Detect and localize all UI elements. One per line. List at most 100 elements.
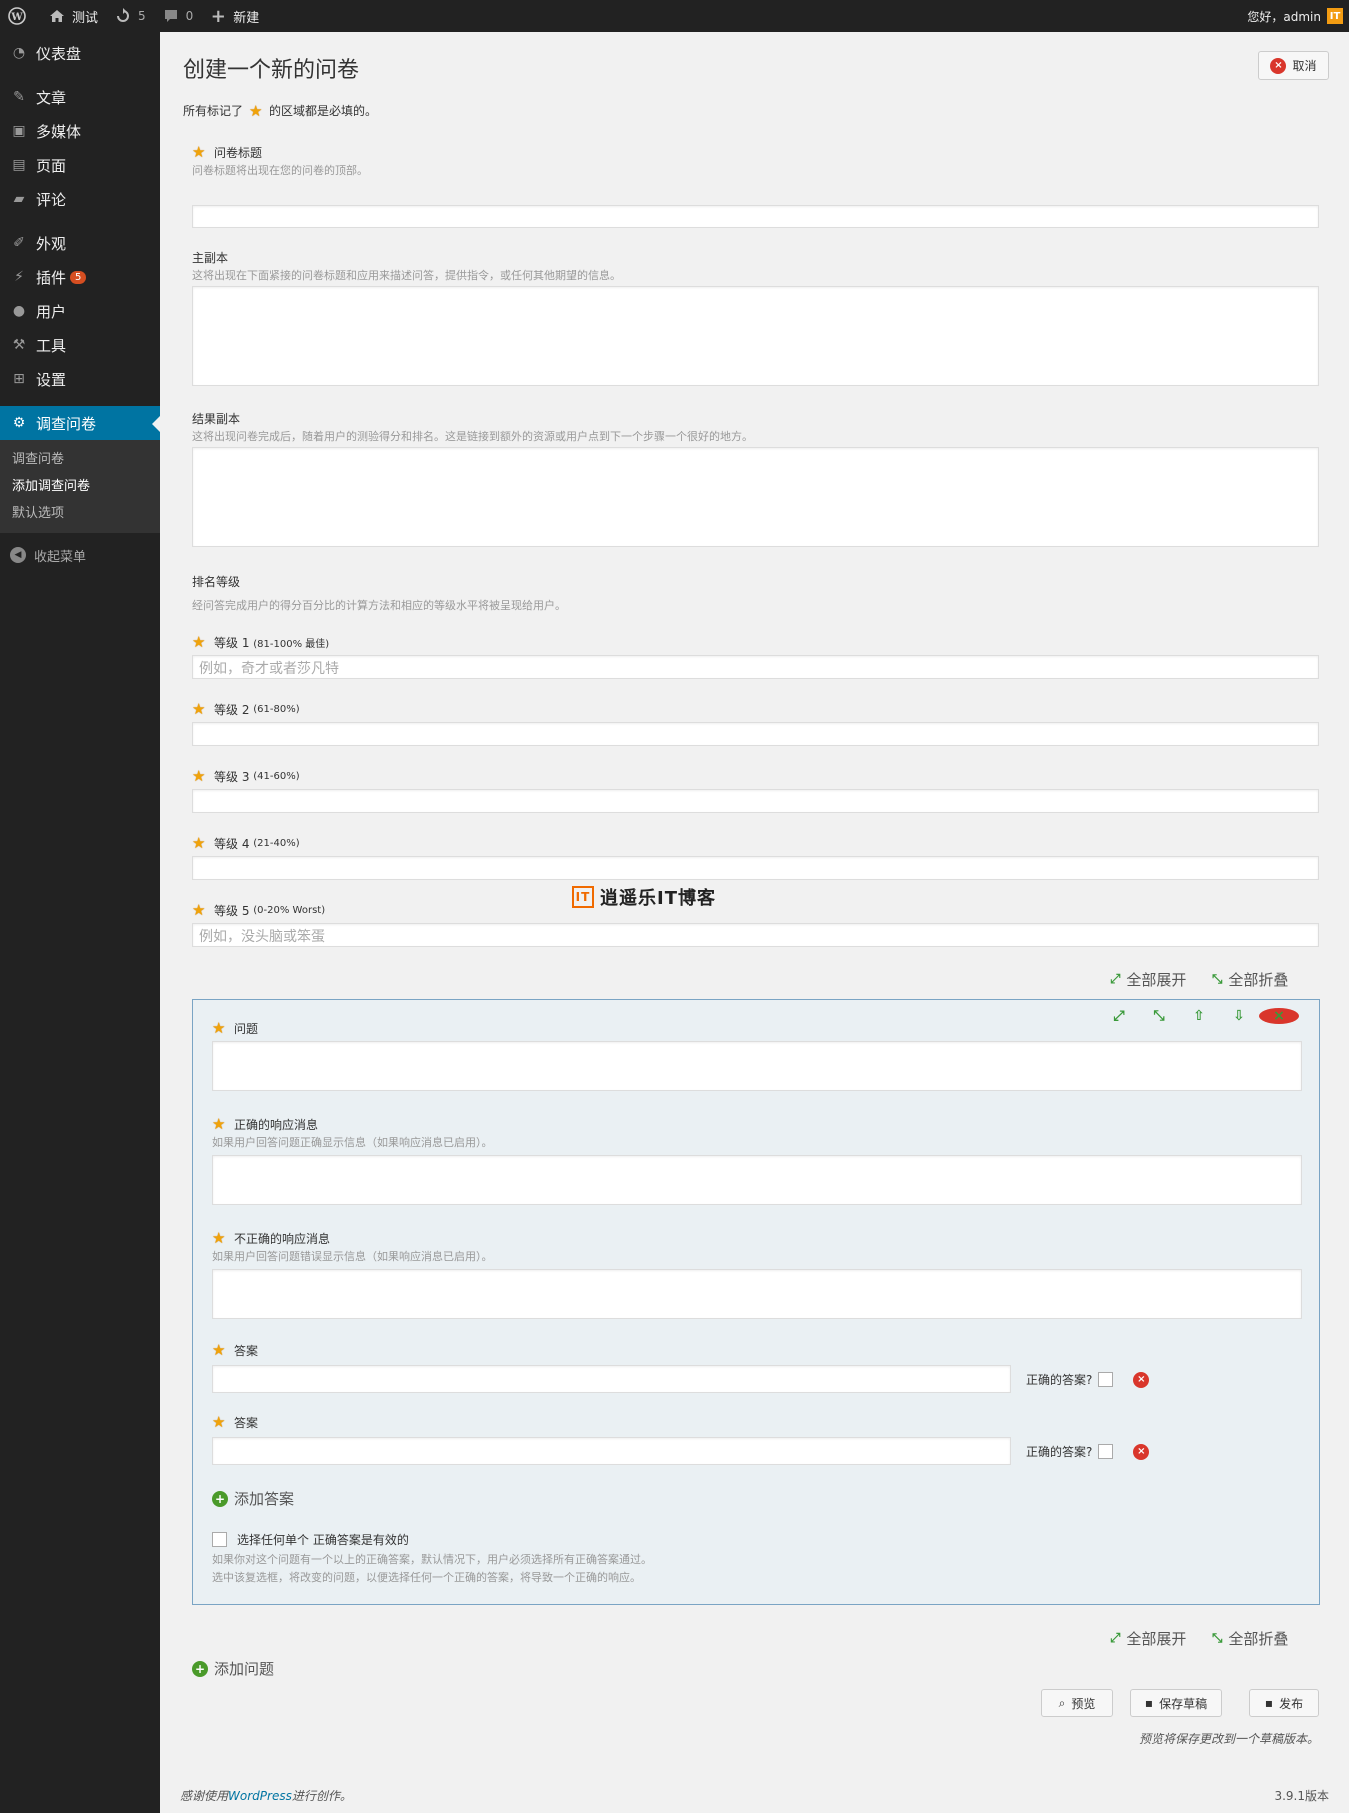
preview-label: 预览 xyxy=(1071,1696,1096,1711)
required-note-text-after: 的区域都是必填的。 xyxy=(269,104,378,118)
add-icon: + xyxy=(212,1490,228,1507)
publish-button[interactable]: ▪ 发布 xyxy=(1249,1689,1319,1717)
star-icon: ★ xyxy=(192,143,206,161)
collapse-menu-button[interactable]: ◀ 收起菜单 xyxy=(0,537,160,573)
required-note: 所有标记了 ★ 的区域都是必填的。 xyxy=(183,102,377,119)
cancel-button[interactable]: × 取消 xyxy=(1258,51,1329,80)
sidebar-item-plugins[interactable]: ⚡ 插件 5 xyxy=(0,260,160,294)
field-description: 经问答完成用户的得分百分比的计算方法和相应的等级水平将被呈现给用户。 xyxy=(192,599,566,612)
sidebar-item-label: 插件 xyxy=(36,268,67,287)
comments-menu[interactable]: 0 xyxy=(154,0,202,32)
sidebar-item-tools[interactable]: ⚒ 工具 xyxy=(0,328,160,362)
sidebar-item-appearance[interactable]: ✐ 外观 xyxy=(0,226,160,260)
star-icon: ★ xyxy=(192,633,206,651)
star-icon: ★ xyxy=(212,1115,226,1133)
sidebar-item-posts[interactable]: ✎ 文章 xyxy=(0,80,160,114)
collapse-all-link-bottom[interactable]: ⤡ 全部折叠 xyxy=(1212,1628,1288,1649)
expand-all-link-top[interactable]: ⤢ 全部展开 xyxy=(1110,969,1186,990)
sidebar-item-label: 工具 xyxy=(36,336,67,355)
plugin-update-badge: 5 xyxy=(70,270,87,284)
collapse-all-link-top[interactable]: ⤡ 全部折叠 xyxy=(1212,969,1288,990)
submenu-item-add-quiz[interactable]: 添加调查问卷 xyxy=(0,473,160,500)
rank-level-5-input[interactable]: 例如，没头脑或笨蛋 xyxy=(192,923,1319,947)
answer-1-correct: 正确的答案? × xyxy=(1026,1371,1150,1388)
sidebar-item-media[interactable]: ▣ 多媒体 xyxy=(0,114,160,148)
field-description: 问卷标题将出现在您的问卷的顶部。 xyxy=(192,164,368,177)
rank-level-4-input[interactable] xyxy=(192,856,1319,880)
new-label: 新建 xyxy=(233,10,260,26)
rank-level-1-input[interactable]: 例如，奇才或者莎凡特 xyxy=(192,655,1319,679)
sidebar-item-users[interactable]: ● 用户 xyxy=(0,294,160,328)
star-icon: ★ xyxy=(192,700,206,718)
watermark-logo-icon: IT xyxy=(572,886,594,908)
my-account-menu[interactable]: 您好，admin IT xyxy=(1247,8,1349,25)
answer-1-input[interactable] xyxy=(212,1365,1011,1393)
submenu-item-quizzes[interactable]: 调查问卷 xyxy=(0,446,160,473)
rank-level-5: ★ 等级 5 (0-20% Worst) xyxy=(192,902,1319,918)
answer-1-correct-checkbox[interactable] xyxy=(1098,1372,1114,1387)
footer-thanks-before: 感谢使用 xyxy=(180,1789,229,1803)
input-placeholder: 例如，没头脑或笨蛋 xyxy=(199,929,325,945)
wordpress-link[interactable]: WordPress xyxy=(228,1789,292,1803)
rank-label: 等级 2 xyxy=(214,702,250,717)
page-title: 创建一个新的问卷 xyxy=(183,58,360,83)
rank-level-3-input[interactable] xyxy=(192,789,1319,813)
save-draft-button[interactable]: ▪ 保存草稿 xyxy=(1130,1689,1222,1717)
user-icon: ● xyxy=(12,303,26,319)
wp-logo-menu[interactable]: W xyxy=(0,0,40,32)
comments-count: 0 xyxy=(185,9,194,23)
answer-2-correct-checkbox[interactable] xyxy=(1098,1444,1114,1459)
field-label: 不正确的响应消息 xyxy=(234,1231,331,1246)
comment-icon: ▰ xyxy=(13,191,25,207)
new-content-menu[interactable]: + 新建 xyxy=(201,0,267,32)
save-note: 预览将保存更改到一个草稿版本。 xyxy=(1138,1732,1319,1746)
watermark-text: 逍遥乐IT博客 xyxy=(600,888,716,909)
question-textarea[interactable] xyxy=(212,1041,1302,1091)
expand-all-link-bottom[interactable]: ⤢ 全部展开 xyxy=(1110,1628,1186,1649)
sidebar-item-label: 评论 xyxy=(36,190,67,209)
rank-label: 等级 5 xyxy=(214,903,250,918)
any-correct-checkbox[interactable] xyxy=(212,1531,227,1547)
incorrect-response-field: ★ 不正确的响应消息 如果用户回答问题错误显示信息（如果响应消息已启用）。 xyxy=(212,1230,1302,1264)
publish-label: 发布 xyxy=(1279,1696,1304,1711)
sidebar-item-label: 文章 xyxy=(36,88,67,107)
add-question-button[interactable]: + 添加问题 xyxy=(192,1658,274,1679)
incorrect-response-textarea[interactable] xyxy=(212,1269,1302,1319)
greeting: 您好，admin xyxy=(1247,9,1321,24)
dashboard-icon: ◔ xyxy=(12,45,26,61)
rank-range: (61-80%) xyxy=(253,703,300,715)
watermark: IT 逍遥乐IT博客 xyxy=(572,884,716,910)
updates-menu[interactable]: 5 xyxy=(106,0,154,32)
sidebar-item-quizzes[interactable]: ⚙ 调查问卷 xyxy=(0,406,160,440)
quiz-title-input[interactable] xyxy=(192,205,1319,228)
sidebar-item-comments[interactable]: ▰ 评论 xyxy=(0,182,160,216)
main-copy-textarea[interactable] xyxy=(192,286,1319,386)
sidebar-item-settings[interactable]: ⊞ 设置 xyxy=(0,362,160,396)
preview-button[interactable]: ⌕ 预览 xyxy=(1041,1689,1113,1717)
delete-answer-2-icon[interactable]: × xyxy=(1133,1443,1150,1460)
magnifier-icon: ⌕ xyxy=(1058,1695,1066,1710)
submenu-item-defaults[interactable]: 默认选项 xyxy=(0,500,160,527)
question-panel: ⤢ ⤡ ⇧ ⇩ × ★ 问题 ★ 正确的响应消息 如果用户回答问题正确显示信息（如果… xyxy=(192,999,1320,1605)
answer-2-input[interactable] xyxy=(212,1437,1011,1465)
any-correct-option: 选择任何单个 正确答案是有效的 如果你对这个问题有一个以上的正确答案，默认情况下… xyxy=(212,1531,1302,1585)
collapse-icon: ⤡ xyxy=(1212,1631,1223,1646)
rank-level-2-input[interactable] xyxy=(192,722,1319,746)
rank-label: 等级 3 xyxy=(214,769,250,784)
add-answer-button[interactable]: + 添加答案 xyxy=(212,1488,294,1509)
correct-response-textarea[interactable] xyxy=(212,1155,1302,1205)
star-icon: ★ xyxy=(212,1413,226,1431)
field-description: 如果用户回答问题错误显示信息（如果响应消息已启用）。 xyxy=(212,1250,493,1263)
wrench-icon: ⚒ xyxy=(12,337,26,353)
result-copy-field: 结果副本 这将出现问卷完成后，随着用户的测验得分和排名。这是链接到额外的资源或用… xyxy=(192,410,1319,444)
sidebar-item-pages[interactable]: ▤ 页面 xyxy=(0,148,160,182)
site-name: 测试 xyxy=(72,10,99,26)
sidebar-item-dashboard[interactable]: ◔ 仪表盘 xyxy=(0,36,160,70)
expand-all-label: 全部展开 xyxy=(1126,1630,1187,1648)
site-name-menu[interactable]: 测试 xyxy=(40,0,106,32)
refresh-icon xyxy=(114,7,132,25)
floppy-icon: ▪ xyxy=(1264,1696,1274,1710)
result-copy-textarea[interactable] xyxy=(192,447,1319,547)
delete-answer-1-icon[interactable]: × xyxy=(1133,1371,1150,1388)
svg-text:W: W xyxy=(10,12,23,23)
